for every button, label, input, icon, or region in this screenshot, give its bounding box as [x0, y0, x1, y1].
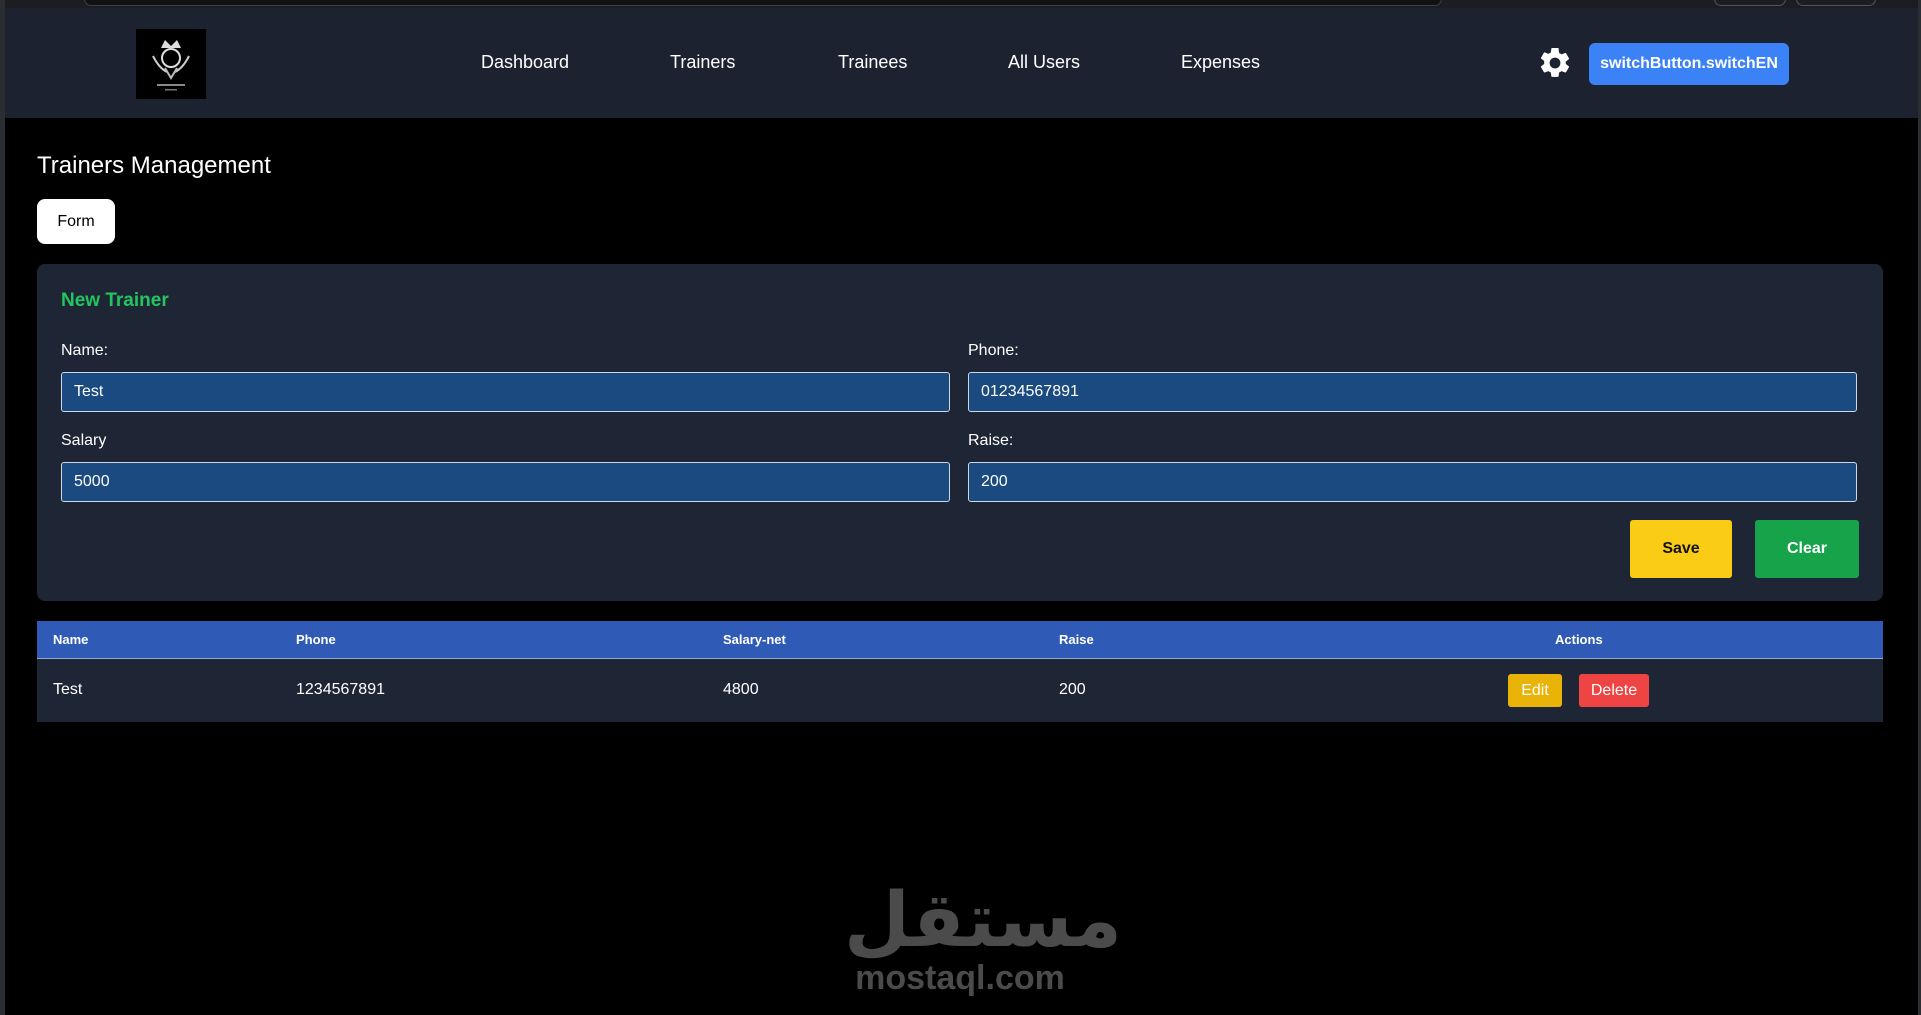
- header-phone: Phone: [296, 632, 336, 647]
- trainers-table: Name Phone Salary-net Raise Actions Test…: [37, 621, 1883, 722]
- form-title: New Trainer: [61, 290, 169, 311]
- header-name: Name: [53, 632, 89, 647]
- raise-label: Raise:: [968, 432, 1014, 449]
- salary-label: Salary: [61, 432, 107, 449]
- name-input[interactable]: [61, 372, 950, 412]
- browser-control[interactable]: [1796, 0, 1876, 6]
- cell-raise: 200: [1059, 681, 1086, 698]
- watermark: مستقل mostaql.com: [844, 875, 1122, 997]
- page-title: Trainers Management: [37, 152, 271, 179]
- table-row: Test 1234567891 4800 200 Edit Delete: [37, 659, 1883, 722]
- nav-dashboard[interactable]: Dashboard: [481, 52, 569, 73]
- phone-label: Phone:: [968, 342, 1019, 359]
- save-button[interactable]: Save: [1630, 520, 1732, 578]
- address-bar[interactable]: [84, 0, 1442, 6]
- phone-input[interactable]: [968, 372, 1857, 412]
- cell-phone: 1234567891: [296, 681, 385, 698]
- tab-form[interactable]: Form: [37, 199, 115, 244]
- header-salary-net: Salary-net: [723, 632, 786, 647]
- gear-icon[interactable]: [1537, 45, 1573, 81]
- name-label: Name:: [61, 342, 109, 359]
- watermark-latin: mostaql.com: [855, 959, 1065, 997]
- logo[interactable]: [136, 29, 206, 99]
- new-trainer-form: New Trainer Name: Phone: Salary Raise: S…: [37, 264, 1883, 601]
- edit-button[interactable]: Edit: [1508, 674, 1562, 707]
- switch-language-button[interactable]: switchButton.switchEN: [1589, 43, 1789, 85]
- table-header: Name Phone Salary-net Raise Actions: [37, 621, 1883, 659]
- navbar: Dashboard Trainers Trainees All Users Ex…: [5, 8, 1918, 118]
- salary-input[interactable]: [61, 462, 950, 502]
- nav-expenses[interactable]: Expenses: [1181, 52, 1260, 73]
- browser-chrome: [0, 0, 1921, 8]
- cell-name: Test: [53, 681, 83, 698]
- nav-trainees[interactable]: Trainees: [838, 52, 907, 73]
- raise-input[interactable]: [968, 462, 1857, 502]
- header-actions: Actions: [1555, 632, 1603, 647]
- browser-control[interactable]: [1714, 0, 1786, 6]
- watermark-arabic: مستقل: [844, 875, 1122, 964]
- nav-all-users[interactable]: All Users: [1008, 52, 1080, 73]
- clear-button[interactable]: Clear: [1755, 520, 1859, 578]
- nav-trainers[interactable]: Trainers: [670, 52, 735, 73]
- crown-logo-icon: [152, 40, 190, 91]
- window-frame: [0, 0, 5, 1015]
- cell-salary-net: 4800: [723, 681, 759, 698]
- header-raise: Raise: [1059, 632, 1094, 647]
- delete-button[interactable]: Delete: [1579, 674, 1649, 707]
